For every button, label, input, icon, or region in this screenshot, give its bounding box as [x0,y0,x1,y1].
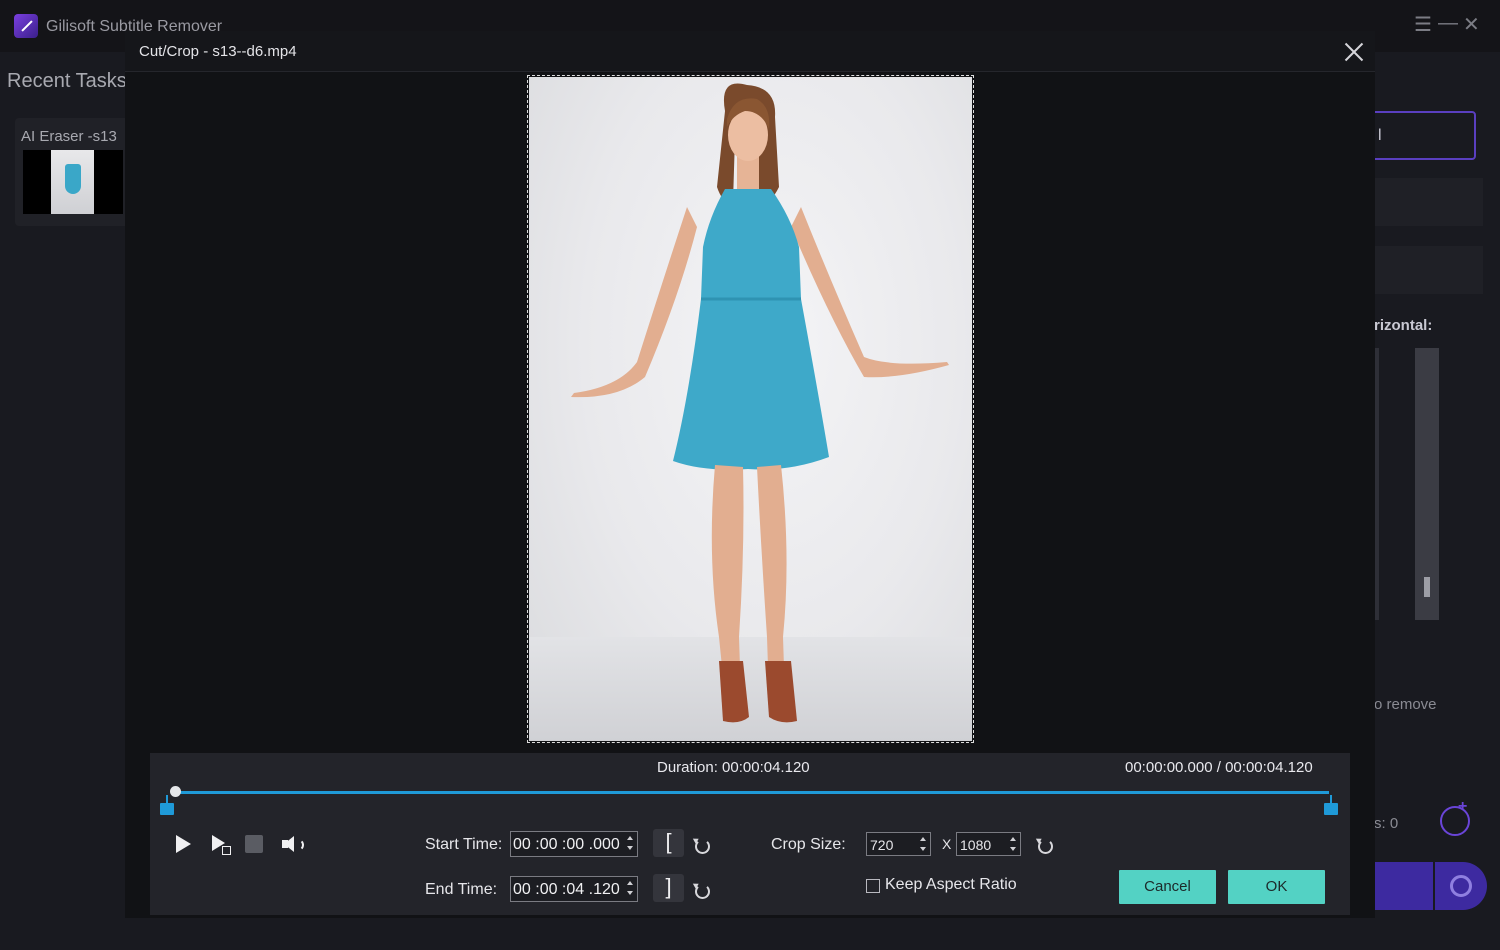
end-time-spinner[interactable] [626,881,634,897]
video-preview[interactable] [527,75,974,743]
start-button[interactable] [1375,862,1433,910]
crop-height-field[interactable] [956,832,1021,856]
scrollbar-thumb[interactable] [1424,577,1430,597]
end-time-field[interactable] [510,876,638,902]
crop-size-separator: X [942,836,952,852]
reset-crop-icon[interactable] [1037,837,1053,854]
settings-row[interactable] [1370,246,1483,294]
count-text: s: 0 [1374,815,1399,832]
menu-icon[interactable]: ☰ [1414,12,1432,37]
set-end-button[interactable]: ] [653,874,684,902]
mode-button[interactable]: l [1370,111,1476,160]
cancel-button[interactable]: Cancel [1119,870,1216,904]
start-time-label: Start Time: [425,836,503,853]
stop-icon[interactable] [245,835,263,853]
set-start-button[interactable]: [ [653,829,684,857]
start-time-field[interactable] [510,831,638,857]
playback-timecode: 00:00:00.000 / 00:00:04.120 [1125,759,1313,776]
dialog-titlebar: Cut/Crop - s13--d6.mp4 [125,31,1375,72]
crop-width-input[interactable] [870,836,916,853]
keep-aspect-checkbox[interactable] [866,879,880,893]
duration-value: 00:00:04.120 [722,759,810,776]
trim-start-handle[interactable] [160,795,174,815]
crop-width-spinner[interactable] [919,837,927,853]
volume-icon[interactable] [281,834,305,856]
crop-width-field[interactable] [866,832,931,856]
crop-height-input[interactable] [960,836,1006,853]
trim-end-handle[interactable] [1324,795,1338,815]
start-time-input[interactable] [513,835,621,854]
reset-end-icon[interactable] [694,882,710,899]
end-time-label: End Time: [425,881,498,898]
settings-gear-icon[interactable] [1435,862,1487,910]
cut-controls-panel: Duration: 00:00:04.120 00:00:00.000 / 00… [150,753,1350,915]
crop-height-spinner[interactable] [1009,837,1017,853]
duration-readout: Duration: 00:00:04.120 [657,759,810,776]
app-logo-icon [14,14,38,38]
dialog-close-icon[interactable] [1343,41,1365,63]
play-icon[interactable] [173,833,195,855]
settings-row[interactable] [1370,178,1483,226]
recent-tasks-title: Recent Tasks [7,70,127,92]
horizontal-label: rizontal: [1374,317,1433,334]
start-time-spinner[interactable] [626,836,634,852]
ok-button[interactable]: OK [1228,870,1325,904]
duration-label: Duration: [657,759,718,776]
end-time-input[interactable] [513,880,621,899]
recent-task-thumbnail [23,150,123,214]
add-task-icon[interactable] [1440,798,1470,836]
video-frame-person [571,83,949,723]
reset-start-icon[interactable] [694,837,710,854]
dialog-title: Cut/Crop - s13--d6.mp4 [139,43,297,60]
crop-size-label: Crop Size: [771,836,846,853]
timeline-track[interactable] [172,791,1329,794]
play-selection-icon[interactable] [210,833,232,855]
cut-crop-dialog: Cut/Crop - s13--d6.mp4 Duration: 00:00:0… [125,31,1375,918]
recent-task-label: AI Eraser -s13 [21,128,117,145]
app-close-icon[interactable]: ✕ [1463,12,1480,37]
keep-aspect-label: Keep Aspect Ratio [885,876,1017,893]
remove-hint-text: o remove [1374,696,1437,713]
minimize-icon[interactable]: — [1438,12,1458,35]
